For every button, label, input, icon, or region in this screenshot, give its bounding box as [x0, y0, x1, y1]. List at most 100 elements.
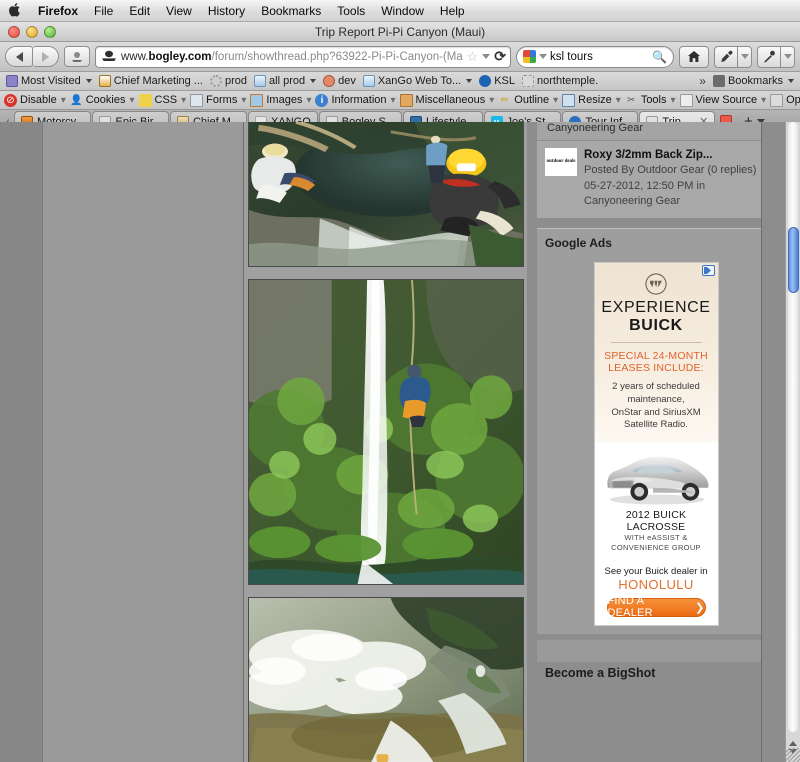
devbar-forms[interactable]: Forms	[189, 93, 238, 107]
bookmarks-overflow-button[interactable]: »	[697, 74, 708, 88]
buick-advertisement[interactable]: EXPERIENCE BUICK SPECIAL 24-MONTH LEASES…	[593, 262, 719, 626]
menu-item-file[interactable]: File	[94, 4, 113, 18]
devbar-cookies[interactable]: 👤 Cookies	[69, 94, 127, 107]
bookmark-label: northtemple.	[537, 75, 599, 87]
menu-item-window[interactable]: Window	[381, 4, 424, 18]
devbar-view-source[interactable]: View Source	[679, 93, 759, 107]
home-button[interactable]	[679, 45, 709, 68]
bookmark-all-prod[interactable]: all prod	[252, 75, 318, 87]
content-viewport: Canyoneering Gear outdoor deals Roxy 3/2…	[0, 122, 800, 762]
chevron-right-icon: ❯	[695, 601, 705, 614]
chevron-down-icon	[310, 79, 317, 83]
star-icon[interactable]: ☆	[467, 49, 479, 65]
find-a-dealer-button[interactable]: FIND A DEALER ❯	[606, 595, 706, 620]
bookmarks-menu-button[interactable]: Bookmarks	[711, 75, 796, 87]
bookmark-most-visited[interactable]: Most Visited	[4, 75, 94, 87]
post-content-column	[243, 122, 528, 762]
thread-category-top[interactable]: Canyoneering Gear	[537, 122, 777, 140]
google-icon[interactable]	[523, 50, 536, 63]
eyedropper-dropdown[interactable]	[737, 45, 752, 68]
chevron-down-icon[interactable]	[482, 54, 491, 59]
magnifier-icon[interactable]: 🔍	[652, 50, 667, 64]
menu-item-tools[interactable]: Tools	[337, 4, 365, 18]
view-source-icon	[679, 93, 693, 107]
web-developer-toolbar: ⊘ Disable ▾ 👤 Cookies ▾ CSS ▾ Forms ▾ Imag…	[0, 91, 800, 110]
ad-body-line1: 2 years of scheduled	[612, 380, 700, 392]
vertical-scroll-thumb[interactable]	[788, 227, 799, 293]
blank-page-icon	[522, 75, 535, 87]
devbar-options[interactable]: Options	[769, 93, 800, 107]
rappel-waterfall-photo[interactable]	[248, 279, 524, 585]
menu-item-edit[interactable]: Edit	[129, 4, 150, 18]
bookmark-ksl[interactable]: KSL	[477, 75, 517, 87]
separator: ▾	[553, 94, 559, 106]
become-a-bigshot-heading: Become a BigShot	[545, 665, 656, 680]
forms-icon	[190, 93, 204, 107]
bookmark-prod[interactable]: prod	[208, 75, 249, 87]
bookmark-dev[interactable]: dev	[321, 75, 358, 87]
pen-icon	[763, 50, 775, 63]
devbar-information[interactable]: i Information	[314, 93, 387, 107]
ad-subhead-line1: SPECIAL 24-MONTH	[604, 349, 708, 362]
devbar-outline[interactable]: ✏ Outline	[497, 94, 550, 107]
eyedropper-button[interactable]	[714, 45, 737, 68]
cta-label: FIND A DEALER	[607, 595, 653, 620]
devbar-images[interactable]: Images	[249, 93, 303, 107]
ad-model-sub1: WITH eASSIST &	[624, 533, 688, 543]
devbar-css[interactable]: CSS	[138, 93, 179, 107]
site-identity-button[interactable]	[64, 46, 90, 67]
cascade-pool-photo[interactable]	[248, 597, 524, 762]
menu-item-view[interactable]: View	[166, 4, 192, 18]
adchoices-icon[interactable]	[701, 265, 715, 277]
devbar-resize[interactable]: Resize	[561, 93, 613, 107]
canyoneers-in-pool-photo[interactable]	[248, 122, 524, 267]
search-bar[interactable]: ksl tours 🔍	[516, 45, 674, 68]
devbar-miscellaneous[interactable]: Miscellaneous	[399, 93, 487, 107]
window-title-bar: Trip Report Pi-Pi Canyon (Maui)	[0, 22, 800, 42]
devbar-label: Disable	[20, 94, 57, 106]
thread-card[interactable]: outdoor deals Roxy 3/2mm Back Zip... Pos…	[537, 140, 777, 219]
buick-trishield-icon	[645, 273, 667, 295]
ad-model-name: 2012 BUICK LACROSSE	[625, 509, 687, 534]
bookmark-label: Chief Marketing ...	[113, 75, 203, 87]
bookmark-chief-marketing[interactable]: Chief Marketing ...	[97, 75, 205, 87]
bookmark-label: Most Visited	[21, 75, 81, 87]
devbar-disable[interactable]: ⊘ Disable	[3, 93, 58, 107]
menu-item-history[interactable]: History	[208, 4, 245, 18]
search-input[interactable]: ksl tours	[550, 51, 649, 63]
search-engine-chevron-icon[interactable]	[539, 54, 547, 59]
separator: ▾	[241, 94, 247, 106]
options-icon	[770, 93, 784, 107]
scroll-track[interactable]	[788, 122, 798, 732]
devbar-label: Options	[786, 94, 800, 106]
window-resize-grip[interactable]	[785, 748, 800, 762]
nav-button-group	[5, 46, 59, 67]
apple-icon[interactable]	[8, 2, 22, 18]
separator: ▾	[670, 94, 676, 106]
menu-item-firefox[interactable]: Firefox	[38, 4, 78, 18]
menu-item-help[interactable]: Help	[440, 4, 465, 18]
thread-title[interactable]: Roxy 3/2mm Back Zip...	[584, 148, 756, 162]
recent-threads-pane: Canyoneering Gear outdoor deals Roxy 3/2…	[537, 122, 777, 219]
scroll-up-arrow[interactable]	[789, 740, 797, 746]
cookies-icon: 👤	[69, 94, 83, 106]
pen-button[interactable]	[757, 45, 780, 68]
devbar-tools[interactable]: ✂ Tools	[624, 94, 668, 107]
bookmark-xango-web-tools[interactable]: XanGo Web To...	[361, 75, 474, 87]
back-button[interactable]	[5, 46, 33, 67]
browser-window: Firefox File Edit View History Bookmarks…	[0, 0, 800, 762]
url-bar[interactable]: www.bogley.com/forum/showthread.php?6392…	[95, 45, 511, 68]
forward-button[interactable]	[33, 46, 59, 67]
devbar-label: Tools	[640, 94, 667, 106]
menu-item-bookmarks[interactable]: Bookmarks	[261, 4, 321, 18]
disable-icon: ⊘	[4, 93, 17, 107]
thread-meta-forum[interactable]: Canyoneering Gear	[584, 194, 756, 208]
vertical-scrollbar[interactable]	[785, 122, 800, 762]
reload-icon[interactable]: ⟳	[494, 48, 506, 65]
back-arrow-icon	[15, 51, 23, 62]
bookmark-northtemple[interactable]: northtemple.	[520, 75, 600, 87]
pen-dropdown[interactable]	[780, 45, 795, 68]
folder-icon	[362, 75, 375, 87]
ad-model-sub2: CONVENIENCE GROUP	[611, 542, 701, 552]
devbar-label: Outline	[514, 94, 550, 106]
